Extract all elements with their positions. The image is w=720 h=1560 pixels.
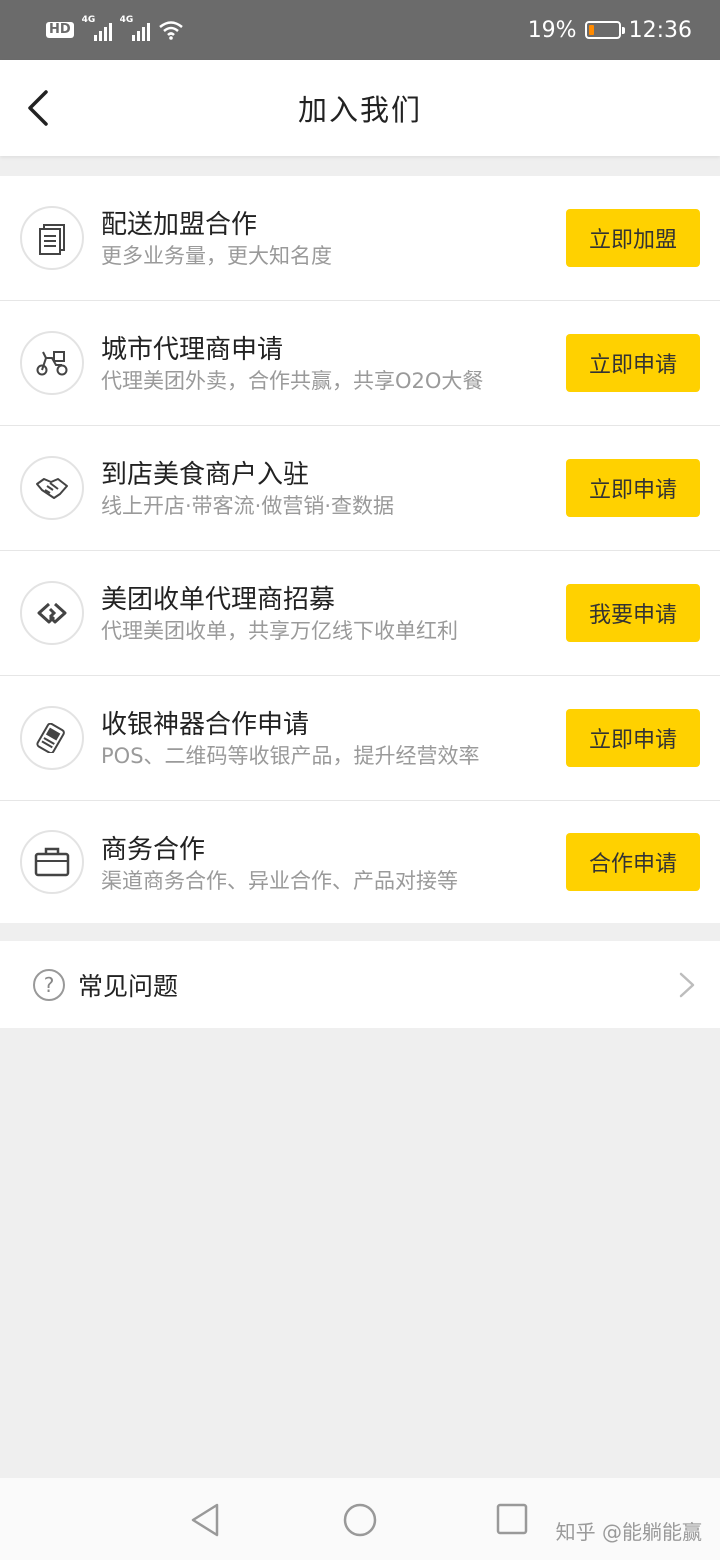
list-item-text: 商务合作 渠道商务合作、异业合作、产品对接等 [101,833,458,895]
nav-back-icon[interactable] [188,1502,222,1538]
document-icon [20,206,84,270]
list-item-delivery-franchise[interactable]: 配送加盟合作 更多业务量，更大知名度 立即加盟 [0,176,720,301]
want-apply-button[interactable]: 我要申请 [566,584,700,642]
nav-recents-icon[interactable] [495,1502,529,1536]
hd-icon: HD [46,22,74,38]
apply-now-button[interactable]: 立即申请 [566,709,700,767]
list-item-text: 到店美食商户入驻 线上开店·带客流·做营销·查数据 [101,458,394,520]
list-item-city-agent[interactable]: 城市代理商申请 代理美团外卖，合作共赢，共享O2O大餐 立即申请 [0,301,720,426]
wifi-icon [158,21,183,40]
status-right: 19% 12:36 [528,18,692,43]
partnership-list: 配送加盟合作 更多业务量，更大知名度 立即加盟 城市代理商申请 代理美团外卖，合… [0,176,720,923]
network-type-label: 4G [119,15,134,25]
status-left: HD 4G 4G [46,15,184,41]
signal-icon-1: 4G [82,15,112,41]
faq-label: 常见问题 [78,971,179,1001]
apply-now-button[interactable]: 立即申请 [566,334,700,392]
clock: 12:36 [628,17,692,43]
scooter-icon [20,331,84,395]
cooperation-apply-button[interactable]: 合作申请 [566,833,700,891]
network-type-label: 4G [81,15,96,25]
list-item-text: 配送加盟合作 更多业务量，更大知名度 [101,208,332,270]
back-button[interactable] [22,86,62,130]
list-item-business-cooperation[interactable]: 商务合作 渠道商务合作、异业合作、产品对接等 合作申请 [0,801,720,923]
list-item-subtitle: 渠道商务合作、异业合作、产品对接等 [101,869,458,893]
apply-now-button[interactable]: 立即申请 [566,459,700,517]
list-item-cashier-device[interactable]: 收银神器合作申请 POS、二维码等收银产品，提升经营效率 立即申请 [0,676,720,801]
battery-icon [584,21,625,39]
faq-row[interactable]: ? 常见问题 [0,941,720,1028]
handshake-icon [20,456,84,520]
nav-home-icon[interactable] [342,1502,378,1538]
chevron-right-icon [679,972,695,998]
list-item-text: 收银神器合作申请 POS、二维码等收银产品，提升经营效率 [101,708,480,770]
list-item-title: 配送加盟合作 [101,210,258,240]
status-bar: HD 4G 4G 19% 12:36 [0,0,720,60]
list-item-title: 美团收单代理商招募 [101,585,336,615]
list-item-payment-agent[interactable]: 美团收单代理商招募 代理美团收单，共享万亿线下收单红利 我要申请 [0,551,720,676]
page-title: 加入我们 [297,93,422,127]
help-circle-icon: ? [33,968,65,1001]
list-item-title: 商务合作 [101,835,206,865]
watermark-text: 知乎 @能躺能赢 [555,1520,702,1544]
list-item-subtitle: 线上开店·带客流·做营销·查数据 [101,494,395,518]
signal-icon-2: 4G [120,15,150,41]
list-item-subtitle: 代理美团收单，共享万亿线下收单红利 [101,619,458,643]
list-item-title: 收银神器合作申请 [101,710,310,740]
join-now-button[interactable]: 立即加盟 [566,209,700,267]
list-item-subtitle: 更多业务量，更大知名度 [101,244,332,268]
top-app-bar: 加入我们 [0,60,720,156]
list-item-text: 美团收单代理商招募 代理美团收单，共享万亿线下收单红利 [101,583,458,645]
list-item-title: 到店美食商户入驻 [101,460,310,490]
pos-terminal-icon [20,706,84,770]
linked-rings-icon [20,581,84,645]
list-item-text: 城市代理商申请 代理美团外卖，合作共赢，共享O2O大餐 [101,333,483,395]
battery-percent: 19% [527,17,577,43]
list-item-subtitle: 代理美团外卖，合作共赢，共享O2O大餐 [101,369,484,393]
list-item-title: 城市代理商申请 [101,335,284,365]
chevron-left-icon [28,90,48,126]
list-item-subtitle: POS、二维码等收银产品，提升经营效率 [101,744,480,768]
briefcase-icon [20,830,84,894]
list-item-restaurant-merchant[interactable]: 到店美食商户入驻 线上开店·带客流·做营销·查数据 立即申请 [0,426,720,551]
system-nav-bar: 知乎 @能躺能赢 [0,1478,720,1560]
battery-fill [588,25,594,35]
